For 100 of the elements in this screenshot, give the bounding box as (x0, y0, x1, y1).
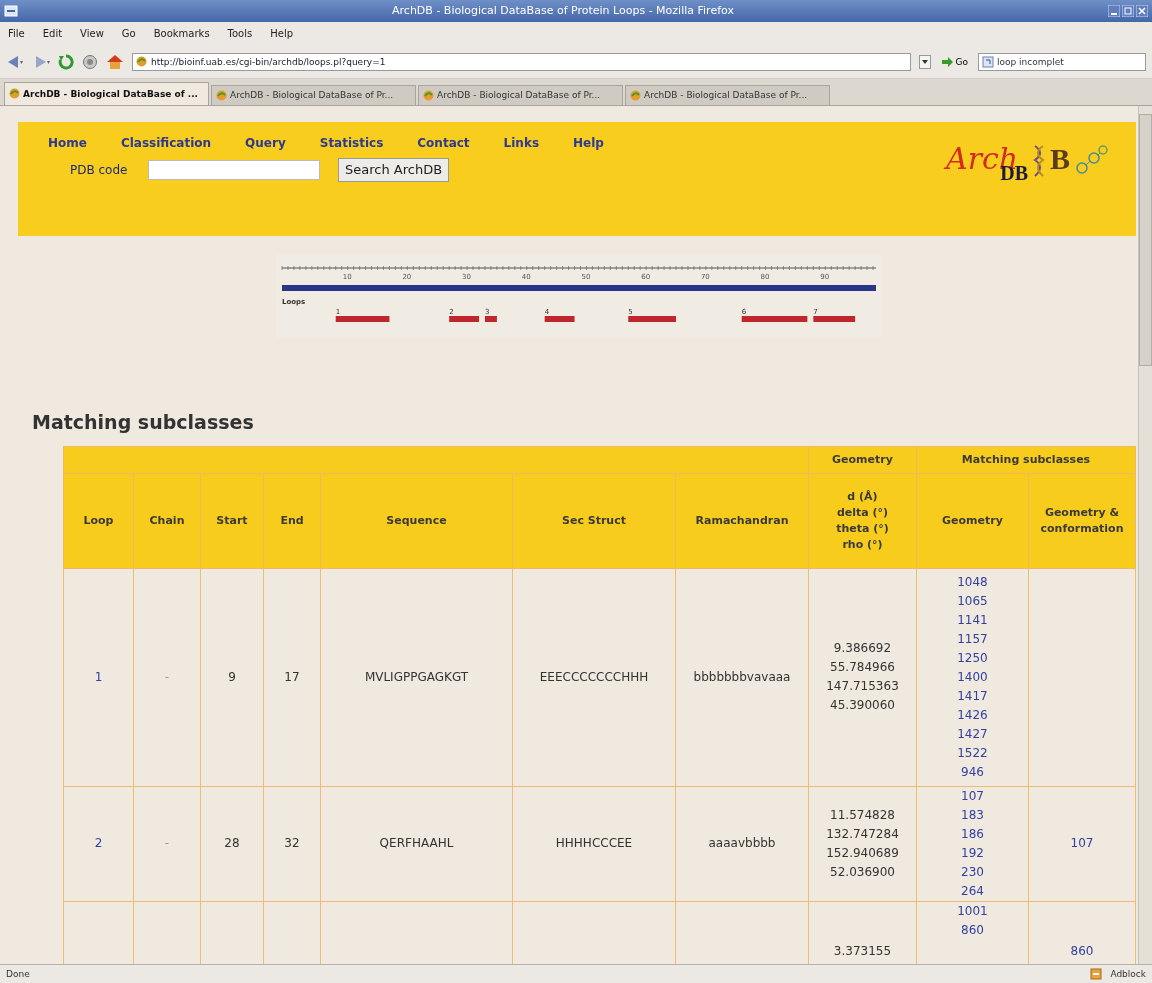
menu-item[interactable]: Edit (40, 27, 65, 41)
subclass-link[interactable]: 1065 (957, 591, 988, 611)
subclass-link[interactable]: 183 (961, 805, 984, 825)
logo-letter: B (1050, 143, 1070, 174)
loop-bar[interactable] (449, 315, 479, 322)
subclass-link[interactable]: 192 (961, 843, 984, 863)
window-menu-icon[interactable] (4, 5, 18, 17)
browser-tab[interactable]: ArchDB - Biological DataBase of Pr... (418, 84, 623, 105)
nav-link[interactable]: Classification (120, 135, 212, 150)
menu-item[interactable]: Help (268, 27, 296, 41)
pdb-code-field[interactable] (148, 159, 320, 180)
nav-link[interactable]: Contact (417, 135, 470, 150)
page-icon (136, 56, 147, 68)
column-header: Geometry & conformation (1028, 473, 1136, 569)
table-cell: HHHHCCCEE (555, 836, 633, 851)
subclass-link[interactable]: 860 (1070, 941, 1094, 961)
molecule-icon (1074, 143, 1108, 176)
loop-bar[interactable] (335, 315, 390, 322)
subclass-link[interactable]: 1427 (957, 724, 988, 744)
loop-bar[interactable] (813, 315, 856, 322)
column-header: d (Å) delta (°) theta (°) rho (°) (808, 473, 917, 569)
section-heading: Matching subclasses (32, 409, 255, 434)
subclass-link[interactable]: 1426 (957, 705, 988, 725)
subclass-link[interactable]: 230 (961, 862, 984, 882)
search-field[interactable]: loop incomplet (978, 52, 1146, 71)
loop-bar[interactable] (628, 315, 676, 322)
nav-link[interactable]: Query (245, 135, 286, 150)
window-title: ArchDB - Biological DataBase of Protein Loops - Mozilla Firefox (391, 4, 735, 18)
menu-item[interactable]: Go (119, 27, 138, 41)
close-icon[interactable] (1136, 5, 1148, 17)
menu-item[interactable]: Tools (225, 27, 255, 41)
column-header: Start (200, 473, 264, 569)
subclass-link[interactable]: 946 (961, 762, 984, 782)
feed-icon[interactable] (1090, 968, 1103, 980)
column-header: Chain (133, 473, 201, 569)
page-icon (630, 89, 641, 101)
browser-tab[interactable]: ArchDB - Biological DataBase of Pr... (211, 84, 416, 105)
column-group-header: Matching subclasses (916, 446, 1136, 474)
subclass-link[interactable]: 1522 (957, 743, 988, 763)
scrollbar[interactable] (1138, 105, 1152, 964)
column-header: Ramachandran (675, 473, 809, 569)
column-group-header: Geometry (808, 446, 917, 474)
table-cell: QERFHAAHL (379, 836, 454, 851)
loop-bar[interactable] (741, 315, 808, 322)
status-text: Done (6, 969, 31, 979)
subclass-link[interactable]: 1048 (957, 572, 988, 592)
loop-bar[interactable] (485, 315, 497, 322)
subclass-link[interactable]: 264 (961, 881, 984, 901)
nav-link[interactable]: Help (573, 135, 604, 150)
address-field[interactable]: http://bioinf.uab.es/cgi-bin/archdb/loops.pl?query=1 (132, 52, 911, 71)
reload-icon[interactable] (58, 53, 74, 70)
menu-item[interactable]: View (78, 27, 106, 41)
dropdown-icon[interactable] (918, 54, 931, 69)
table-cell: EEECCCCCCCHHH (539, 669, 649, 684)
nav-link[interactable]: Statistics (319, 135, 384, 150)
browser-tab[interactable]: ArchDB - Biological DataBase of Pr... (625, 84, 830, 105)
subclass-link[interactable]: 1417 (957, 686, 988, 706)
column-header: Geometry (916, 473, 1029, 569)
page-icon (423, 89, 434, 101)
loop-link[interactable]: 1 (94, 669, 103, 684)
adblock-label[interactable]: Adblock (1110, 969, 1146, 979)
minimize-icon[interactable] (1108, 5, 1120, 17)
column-header: Sequence (320, 473, 513, 569)
go-button[interactable]: Go (938, 56, 970, 67)
column-header: Loop (63, 473, 134, 569)
subclass-link[interactable]: 1400 (957, 667, 988, 687)
menu-item[interactable]: Bookmarks (151, 27, 212, 41)
nav-link[interactable]: Links (503, 135, 540, 150)
page-icon (216, 89, 227, 101)
subclass-link[interactable]: 1157 (957, 629, 988, 649)
loop-link[interactable]: 2 (94, 836, 103, 851)
browser-tab[interactable]: ArchDB - Biological DataBase of ... (4, 81, 209, 105)
subclass-link[interactable]: 107 (1070, 834, 1094, 854)
geometry-values: 3.373155 (833, 943, 892, 958)
subclass-link[interactable]: 1141 (957, 610, 988, 630)
column-header: Sec Struct (512, 473, 676, 569)
menu-item[interactable]: File (6, 27, 27, 41)
subclass-link[interactable]: 1001 (957, 901, 988, 921)
home-icon[interactable] (106, 53, 124, 70)
stop-icon[interactable] (82, 53, 98, 70)
table-cell: 28 (224, 836, 240, 851)
table-cell: aaaavbbbb (708, 836, 776, 851)
table-cell: - (164, 669, 170, 684)
subclass-link[interactable]: 186 (961, 824, 984, 844)
subclass-link[interactable]: 860 (961, 920, 984, 940)
nav-link[interactable]: Home (48, 135, 87, 150)
search-button[interactable]: Search ArchDB (338, 157, 450, 182)
subclass-link[interactable]: 1250 (957, 648, 988, 668)
loop-bar[interactable] (544, 315, 575, 322)
page-icon (9, 88, 20, 100)
geometry-values: 9.386692 55.784966 147.715363 45.390060 (826, 641, 899, 713)
maximize-icon[interactable] (1122, 5, 1134, 17)
table-cell: 9 (228, 669, 236, 684)
search-engine-icon (982, 55, 994, 68)
column-header: End (263, 473, 321, 569)
table-cell: - (164, 836, 170, 851)
back-icon[interactable] (6, 53, 24, 70)
table-cell: MVLIGPPGAGKGT (364, 669, 469, 684)
table-cell: bbbbbbbvavaaa (693, 669, 791, 684)
subclass-link[interactable]: 107 (961, 786, 984, 806)
